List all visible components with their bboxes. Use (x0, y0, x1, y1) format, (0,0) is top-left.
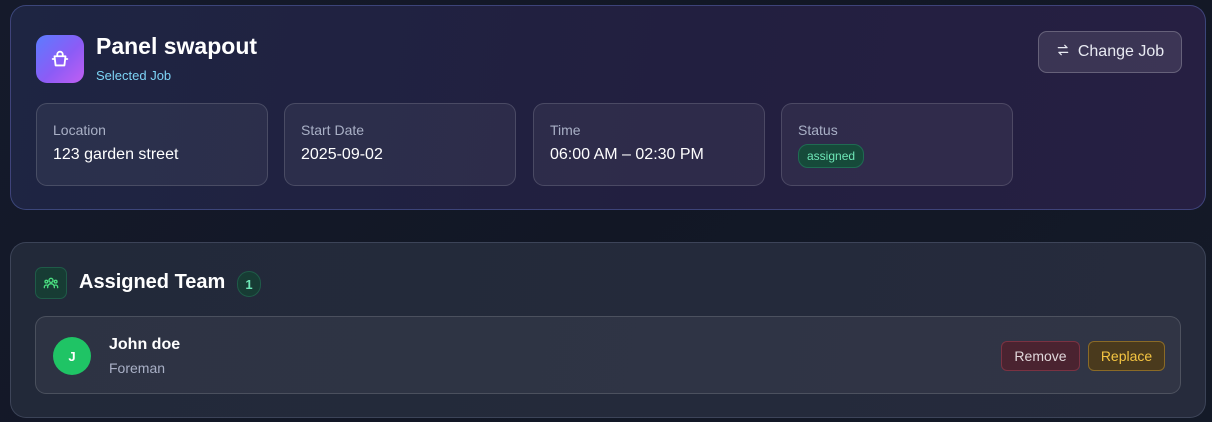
swap-arrows-icon (1056, 43, 1070, 62)
job-card: Panel swapout Selected Job Change Job Lo… (10, 5, 1206, 210)
location-value: 123 garden street (53, 146, 179, 163)
change-job-button[interactable]: Change Job (1038, 31, 1182, 73)
member-role: Foreman (109, 360, 166, 376)
job-subtitle: Selected Job (96, 68, 172, 83)
change-job-label: Change Job (1077, 43, 1165, 60)
remove-member-button[interactable]: Remove (1001, 341, 1080, 371)
info-status: Status assigned (781, 103, 1013, 186)
info-location: Location 123 garden street (36, 103, 268, 186)
avatar: J (53, 337, 91, 375)
member-name: John doe (109, 336, 181, 353)
team-count-badge: 1 (237, 271, 261, 297)
info-label: Start Date (301, 122, 365, 138)
team-title: Assigned Team (79, 271, 226, 293)
team-icon (35, 267, 67, 299)
info-label: Status (798, 122, 838, 138)
team-member-row: J John doe Foreman Remove Replace (35, 316, 1181, 394)
job-title: Panel swapout (96, 33, 258, 59)
info-label: Location (53, 122, 106, 138)
time-value: 06:00 AM – 02:30 PM (550, 146, 704, 163)
tool-bag-icon (36, 35, 84, 83)
team-card: Assigned Team 1 J John doe Foreman Remov… (10, 242, 1206, 418)
info-time: Time 06:00 AM – 02:30 PM (533, 103, 765, 186)
info-start-date: Start Date 2025-09-02 (284, 103, 516, 186)
start-date-value: 2025-09-02 (301, 146, 383, 163)
status-badge: assigned (798, 144, 865, 168)
replace-member-button[interactable]: Replace (1088, 341, 1165, 371)
info-label: Time (550, 122, 581, 138)
